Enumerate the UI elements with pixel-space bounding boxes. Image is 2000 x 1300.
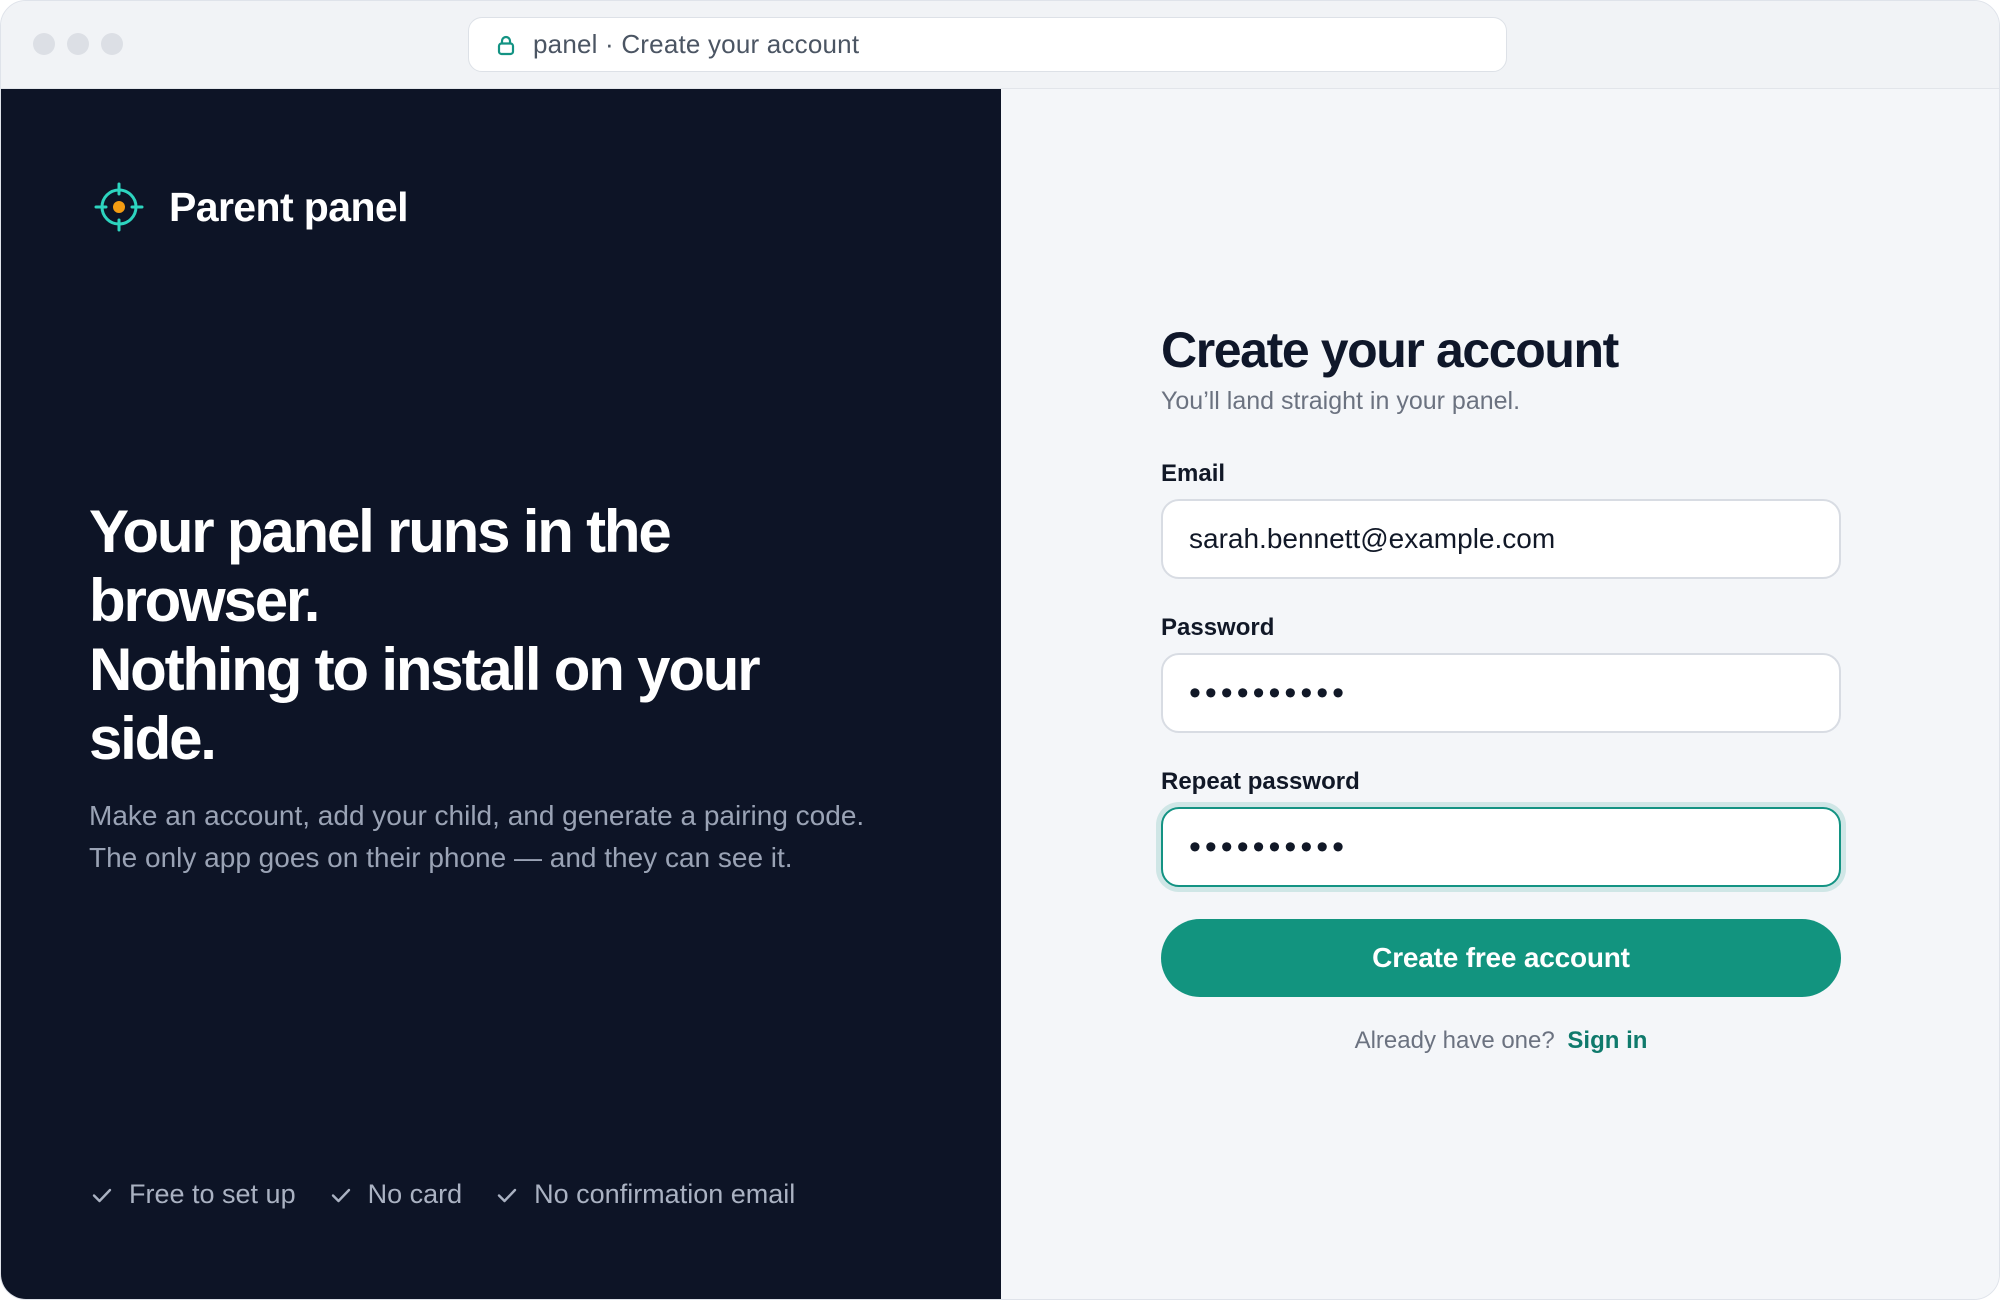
signup-form: Create your account You’ll land straight… bbox=[1161, 321, 1841, 1055]
headline-line: browser. bbox=[89, 567, 320, 634]
check-icon bbox=[328, 1182, 354, 1208]
perk-label: No card bbox=[367, 1179, 463, 1209]
perk-item: No confirmation email bbox=[494, 1179, 795, 1210]
repeat-password-field[interactable] bbox=[1161, 807, 1841, 887]
signup-panel: Create your account You’ll land straight… bbox=[1001, 89, 1999, 1299]
crosshair-icon bbox=[93, 181, 145, 233]
hero-panel: Parent panel Your panel runs in the brow… bbox=[1, 89, 1001, 1299]
email-field-group: Email bbox=[1161, 460, 1841, 579]
password-field-group: Password bbox=[1161, 614, 1841, 733]
create-account-button[interactable]: Create free account bbox=[1161, 919, 1841, 997]
headline-line: Nothing to install on your bbox=[89, 636, 761, 703]
brand-name: Parent panel bbox=[169, 183, 408, 230]
signin-row: Already have one? Sign in bbox=[1161, 1027, 1841, 1055]
perks-list: Free to set up No card No confirmation e… bbox=[89, 1179, 827, 1210]
brand: Parent panel bbox=[93, 181, 408, 233]
check-icon bbox=[89, 1182, 115, 1208]
repeat-password-label: Repeat password bbox=[1161, 768, 1360, 795]
email-field[interactable] bbox=[1161, 499, 1841, 579]
window-maximize-dot[interactable] bbox=[101, 33, 123, 55]
password-label: Password bbox=[1161, 614, 1275, 641]
perk-item: Free to set up bbox=[89, 1179, 296, 1210]
signin-prompt: Already have one? bbox=[1354, 1027, 1555, 1054]
hero-subtext: Make an account, add your child, and gen… bbox=[89, 800, 865, 873]
headline-line: Your panel runs in the bbox=[89, 498, 672, 565]
password-field[interactable] bbox=[1161, 653, 1841, 733]
headline-line: side. bbox=[89, 705, 217, 772]
browser-window: panel · Create your account Parent panel… bbox=[0, 0, 2000, 1300]
perk-label: Free to set up bbox=[129, 1179, 296, 1209]
lock-icon bbox=[495, 34, 517, 56]
check-icon bbox=[494, 1182, 520, 1208]
form-title: Create your account bbox=[1161, 322, 1619, 378]
window-minimize-dot[interactable] bbox=[67, 33, 89, 55]
repeat-password-field-group: Repeat password bbox=[1161, 768, 1841, 887]
url-text: panel · Create your account bbox=[533, 29, 860, 59]
hero-headline: Your panel runs in the browser. Nothing … bbox=[89, 497, 809, 773]
address-bar[interactable]: panel · Create your account bbox=[468, 17, 1507, 72]
sign-in-link[interactable]: Sign in bbox=[1567, 1027, 1647, 1054]
browser-chrome: panel · Create your account bbox=[1, 1, 1999, 89]
perk-label: No confirmation email bbox=[534, 1179, 796, 1209]
perk-item: No card bbox=[328, 1179, 463, 1210]
form-subtitle: You’ll land straight in your panel. bbox=[1161, 387, 1521, 415]
email-label: Email bbox=[1161, 460, 1226, 487]
window-close-dot[interactable] bbox=[33, 33, 55, 55]
